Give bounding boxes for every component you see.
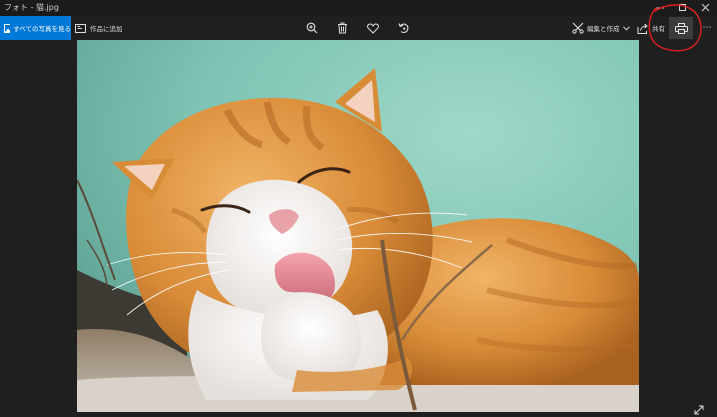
edit-create-icon	[572, 22, 584, 34]
heart-icon	[367, 23, 379, 34]
cat-photo	[77, 40, 639, 412]
add-to-creation-label: 作品に追加	[90, 25, 123, 33]
edit-create-button[interactable]: 編集と作成	[572, 16, 630, 40]
more-options-button[interactable]: ⋯	[699, 16, 715, 40]
zoom-button[interactable]	[300, 16, 324, 40]
chevron-down-icon	[622, 25, 630, 31]
more-label: ⋯	[702, 23, 712, 33]
trash-icon	[337, 22, 347, 34]
window-title: フォト - 猫.jpg	[4, 3, 59, 12]
close-icon	[702, 4, 710, 12]
rotate-button[interactable]	[392, 16, 416, 40]
photo-icon	[4, 23, 11, 33]
all-photos-button[interactable]: すべての写真を見る	[0, 16, 71, 40]
close-button[interactable]	[695, 0, 717, 16]
minimize-icon	[656, 7, 664, 9]
maximize-button[interactable]	[672, 0, 694, 16]
rotate-icon	[398, 23, 409, 34]
add-to-creation-button[interactable]: 作品に追加	[75, 16, 123, 40]
maximize-icon	[679, 4, 686, 11]
photo-viewer[interactable]	[77, 40, 639, 412]
add-creation-icon	[75, 23, 86, 33]
delete-button[interactable]	[330, 16, 354, 40]
command-bar: すべての写真を見る 作品に追加 編集と作成 共有 ⋯	[0, 16, 717, 40]
edit-create-label: 編集と作成	[587, 25, 620, 33]
all-photos-label: すべての写真を見る	[13, 25, 71, 33]
minimize-button[interactable]	[649, 0, 671, 16]
printer-icon	[674, 22, 688, 34]
title-bar: フォト - 猫.jpg	[0, 0, 717, 16]
favorite-button[interactable]	[361, 16, 385, 40]
share-icon	[637, 23, 648, 34]
print-button[interactable]	[669, 17, 693, 39]
share-button[interactable]: 共有	[637, 16, 665, 40]
zoom-in-icon	[306, 22, 318, 34]
share-label: 共有	[652, 25, 665, 33]
expand-icon[interactable]	[693, 404, 705, 416]
